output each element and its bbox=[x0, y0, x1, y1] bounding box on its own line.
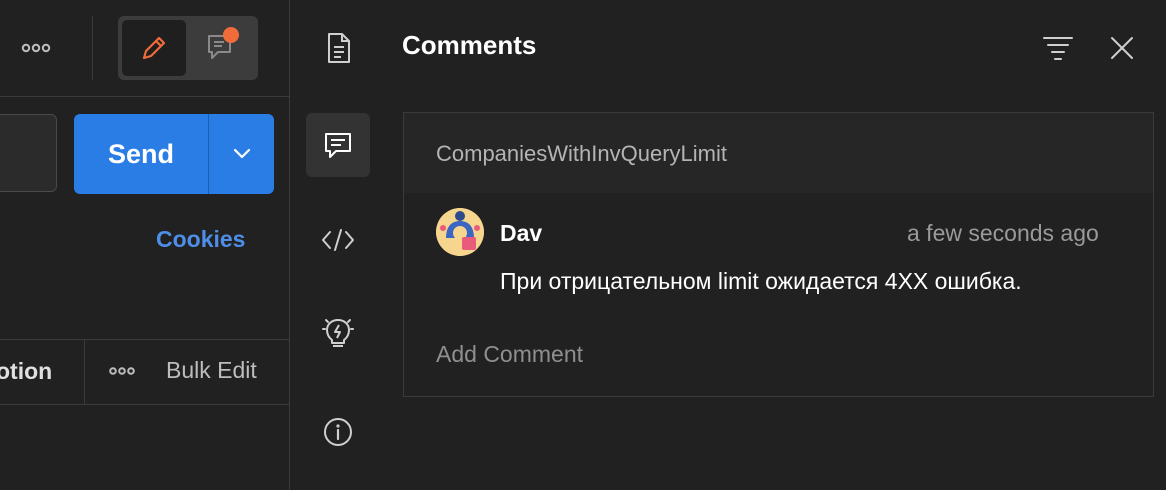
column-separator bbox=[84, 339, 85, 405]
edit-mode-button[interactable] bbox=[122, 20, 186, 76]
document-icon bbox=[328, 33, 350, 63]
comment-author: Dav bbox=[500, 220, 543, 246]
filter-icon bbox=[1043, 37, 1073, 60]
divider bbox=[0, 96, 289, 97]
divider bbox=[0, 339, 289, 340]
avatar-icon bbox=[436, 208, 484, 256]
rail-ideas-button[interactable] bbox=[307, 302, 369, 364]
code-icon bbox=[322, 229, 354, 251]
thread-request-name: CompaniesWithInvQueryLimit bbox=[436, 141, 727, 166]
filter-button[interactable] bbox=[1040, 34, 1076, 64]
notification-dot bbox=[223, 27, 239, 43]
comment-icon bbox=[325, 133, 351, 158]
right-sidebar-rail bbox=[290, 0, 386, 490]
comments-panel-title: Comments bbox=[402, 30, 537, 60]
close-panel-button[interactable] bbox=[1106, 32, 1138, 64]
more-options-button[interactable] bbox=[20, 38, 52, 58]
more-horizontal-icon bbox=[109, 367, 135, 375]
column-header-description: otion bbox=[0, 358, 53, 384]
avatar bbox=[436, 208, 484, 256]
url-input[interactable] bbox=[0, 114, 57, 192]
add-comment-input[interactable]: Add Comment bbox=[436, 341, 583, 368]
cookies-link[interactable]: Cookies bbox=[156, 226, 245, 253]
rail-documentation-button[interactable] bbox=[308, 17, 370, 79]
send-button-label: Send bbox=[107, 138, 174, 169]
chevron-down-icon bbox=[233, 148, 250, 159]
rail-code-button[interactable] bbox=[307, 209, 369, 271]
rail-comments-button[interactable] bbox=[306, 113, 370, 177]
send-button[interactable]: Send bbox=[74, 114, 208, 194]
lightbulb-icon bbox=[322, 319, 354, 347]
send-options-button[interactable] bbox=[208, 114, 274, 194]
more-horizontal-icon bbox=[21, 43, 51, 53]
info-icon bbox=[324, 418, 352, 446]
column-options-button[interactable] bbox=[108, 361, 136, 381]
rail-info-button[interactable] bbox=[307, 401, 369, 463]
bulk-edit-button[interactable]: Bulk Edit bbox=[166, 357, 257, 384]
divider bbox=[0, 404, 289, 405]
close-icon bbox=[1111, 37, 1133, 59]
comment-text: При отрицательном limit ожидается 4XX ош… bbox=[500, 268, 1022, 294]
comment-timestamp: a few seconds ago bbox=[907, 220, 1099, 246]
toolbar-separator bbox=[92, 16, 93, 80]
pencil-icon bbox=[142, 36, 166, 60]
comment-mode-button[interactable] bbox=[190, 20, 254, 76]
